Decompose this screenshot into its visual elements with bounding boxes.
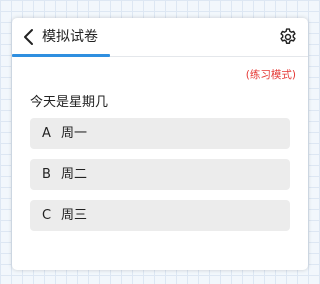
chevron-left-icon xyxy=(24,29,33,45)
tab-indicator xyxy=(12,54,110,57)
exam-card: 模拟试卷 (练习模式) 今天是星期几 A 周一 B 周二 C 周三 xyxy=(12,18,308,270)
gear-icon xyxy=(280,28,296,44)
option-text: 周三 xyxy=(61,208,88,223)
question-text: 今天是星期几 xyxy=(30,95,109,110)
option-text: 周二 xyxy=(61,167,88,182)
option-key: B xyxy=(42,167,51,182)
option-text: 周一 xyxy=(61,126,88,141)
option-key: A xyxy=(42,126,51,141)
option-b[interactable]: B 周二 xyxy=(30,159,290,190)
option-key: C xyxy=(42,208,52,223)
page-title: 模拟试卷 xyxy=(42,29,98,45)
header-bar: 模拟试卷 xyxy=(12,18,308,57)
option-c[interactable]: C 周三 xyxy=(30,200,290,231)
mode-label: (练习模式) xyxy=(245,69,296,81)
back-button[interactable] xyxy=(22,28,38,46)
settings-button[interactable] xyxy=(278,27,298,47)
option-a[interactable]: A 周一 xyxy=(30,118,290,149)
